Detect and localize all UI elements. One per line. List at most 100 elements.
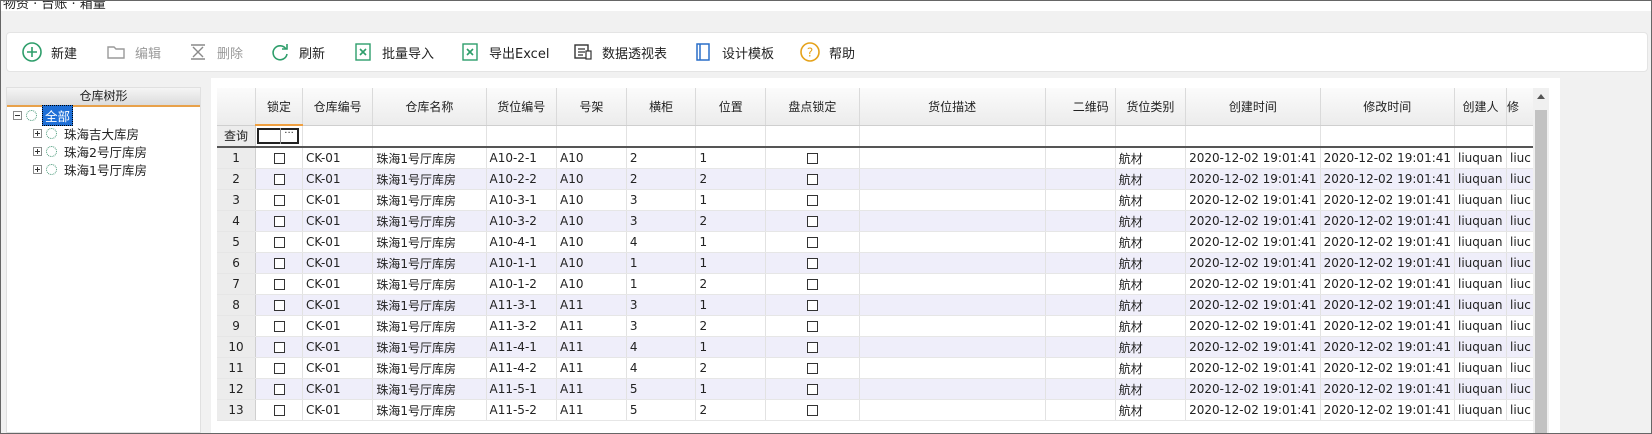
expand-icon[interactable]: [33, 128, 42, 138]
grid-cell[interactable]: 航材: [1115, 336, 1187, 358]
grid-cell[interactable]: A11-4-1: [486, 336, 557, 358]
grid-cell[interactable]: 航材: [1115, 210, 1187, 232]
table-row[interactable]: 3 CK-01 珠海1号厅库房 A10-3-1 A10 3 1 航材 2020-12-02 19…: [217, 189, 1535, 211]
filter-cell[interactable]: [302, 125, 374, 148]
grid-cell[interactable]: 3: [626, 315, 697, 337]
column-header[interactable]: 横柜: [626, 88, 697, 126]
grid-cell[interactable]: 珠海1号厅库房: [372, 378, 487, 400]
grid-cell[interactable]: liuc: [1506, 357, 1535, 379]
stock-lock-cell[interactable]: [765, 294, 860, 316]
checkbox[interactable]: [273, 363, 285, 374]
lock-cell[interactable]: [255, 336, 303, 358]
grid-cell[interactable]: A11: [556, 357, 627, 379]
qrcode-cell[interactable]: [1045, 399, 1116, 421]
grid-cell[interactable]: liuquan: [1454, 336, 1507, 358]
column-header[interactable]: 货位描述: [859, 88, 1046, 126]
grid-cell[interactable]: CK-01: [302, 252, 374, 274]
lock-cell[interactable]: [255, 147, 303, 169]
checkbox[interactable]: [806, 174, 818, 185]
filter-cell[interactable]: [486, 125, 557, 148]
grid-cell[interactable]: A10-3-1: [486, 189, 557, 211]
grid-cell[interactable]: 1: [626, 252, 697, 274]
grid-cell[interactable]: liuquan: [1454, 189, 1507, 211]
checkbox[interactable]: [273, 321, 285, 332]
grid-cell[interactable]: liuquan: [1454, 357, 1507, 379]
grid-cell[interactable]: 2020-12-02 19:01:41: [1320, 189, 1456, 211]
grid-cell[interactable]: 2: [695, 357, 767, 379]
grid-cell[interactable]: liuquan: [1454, 378, 1507, 400]
description-cell[interactable]: [859, 378, 1046, 400]
column-header[interactable]: 货位编号: [486, 88, 557, 126]
grid-cell[interactable]: 2: [626, 168, 697, 190]
grid-cell[interactable]: A10: [556, 252, 627, 274]
checkbox[interactable]: [273, 300, 285, 311]
grid-cell[interactable]: 2020-12-02 19:01:41: [1185, 294, 1321, 316]
grid-cell[interactable]: 1: [695, 147, 767, 169]
table-row[interactable]: 8 CK-01 珠海1号厅库房 A11-3-1 A11 3 1 航材 2020-12-02 19…: [217, 294, 1535, 316]
grid-cell[interactable]: liuc: [1506, 294, 1535, 316]
lock-cell[interactable]: [255, 252, 303, 274]
grid-cell[interactable]: 2020-12-02 19:01:41: [1320, 210, 1456, 232]
lock-cell[interactable]: [255, 273, 303, 295]
grid-cell[interactable]: CK-01: [302, 231, 374, 253]
grid-cell[interactable]: 4: [626, 357, 697, 379]
lock-cell[interactable]: [255, 189, 303, 211]
checkbox[interactable]: [806, 342, 818, 353]
filter-cell[interactable]: [1185, 125, 1321, 148]
grid-cell[interactable]: 2020-12-02 19:01:41: [1185, 315, 1321, 337]
table-row[interactable]: 4 CK-01 珠海1号厅库房 A10-3-2 A10 3 2 航材 2020-12-02 19…: [217, 210, 1535, 232]
table-row[interactable]: 2 CK-01 珠海1号厅库房 A10-2-2 A10 2 2 航材 2020-12-02 19…: [217, 168, 1535, 190]
checkbox[interactable]: [806, 153, 818, 164]
qrcode-cell[interactable]: [1045, 252, 1116, 274]
description-cell[interactable]: [859, 252, 1046, 274]
lock-cell[interactable]: [255, 294, 303, 316]
grid-cell[interactable]: liuc: [1506, 210, 1535, 232]
filter-cell[interactable]: [626, 125, 697, 148]
batch-import-button[interactable]: 批量导入: [352, 33, 434, 71]
checkbox[interactable]: [273, 195, 285, 206]
checkbox[interactable]: [273, 279, 285, 290]
scroll-up-icon[interactable]: [1537, 94, 1545, 99]
grid-cell[interactable]: A10: [556, 210, 627, 232]
grid-cell[interactable]: liuc: [1506, 336, 1535, 358]
grid-cell[interactable]: 航材: [1115, 399, 1187, 421]
grid-cell[interactable]: liuc: [1506, 168, 1535, 190]
column-header[interactable]: 仓库编号: [302, 88, 374, 126]
grid-cell[interactable]: A11: [556, 378, 627, 400]
description-cell[interactable]: [859, 315, 1046, 337]
grid-cell[interactable]: CK-01: [302, 357, 374, 379]
tree-node-child[interactable]: 珠海吉大库房: [33, 124, 141, 142]
grid-cell[interactable]: 2020-12-02 19:01:41: [1320, 273, 1456, 295]
grid-cell[interactable]: A10: [556, 147, 627, 169]
design-template-button[interactable]: 设计模板: [692, 33, 774, 71]
grid-cell[interactable]: 2020-12-02 19:01:41: [1185, 336, 1321, 358]
grid-cell[interactable]: 珠海1号厅库房: [372, 315, 487, 337]
table-row[interactable]: 7 CK-01 珠海1号厅库房 A10-1-2 A10 1 2 航材 2020-12-02 19…: [217, 273, 1535, 295]
tree-node-child[interactable]: 珠海1号厅库房: [33, 160, 149, 178]
grid-cell[interactable]: 1: [695, 252, 767, 274]
collapse-icon[interactable]: [13, 110, 22, 120]
grid-cell[interactable]: 航材: [1115, 252, 1187, 274]
checkbox[interactable]: [806, 195, 818, 206]
grid-cell[interactable]: 1: [695, 378, 767, 400]
column-header[interactable]: 号架: [556, 88, 627, 126]
grid-cell[interactable]: A11-4-2: [486, 357, 557, 379]
checkbox[interactable]: [273, 342, 285, 353]
grid-cell[interactable]: 珠海1号厅库房: [372, 189, 487, 211]
lock-cell[interactable]: [255, 210, 303, 232]
grid-cell[interactable]: 航材: [1115, 273, 1187, 295]
filter-cell[interactable]: [1115, 125, 1187, 148]
grid-cell[interactable]: liuc: [1506, 315, 1535, 337]
grid-cell[interactable]: 4: [626, 231, 697, 253]
grid-cell[interactable]: 2: [695, 273, 767, 295]
grid-cell[interactable]: 1: [695, 231, 767, 253]
grid-cell[interactable]: liuquan: [1454, 294, 1507, 316]
grid-cell[interactable]: A11: [556, 336, 627, 358]
grid-cell[interactable]: 5: [626, 378, 697, 400]
checkbox[interactable]: [806, 363, 818, 374]
grid-cell[interactable]: A10-4-1: [486, 231, 557, 253]
new-button[interactable]: 新建: [21, 33, 77, 71]
filter-cell[interactable]: [859, 125, 1046, 148]
grid-cell[interactable]: A10-1-2: [486, 273, 557, 295]
stock-lock-cell[interactable]: [765, 273, 860, 295]
